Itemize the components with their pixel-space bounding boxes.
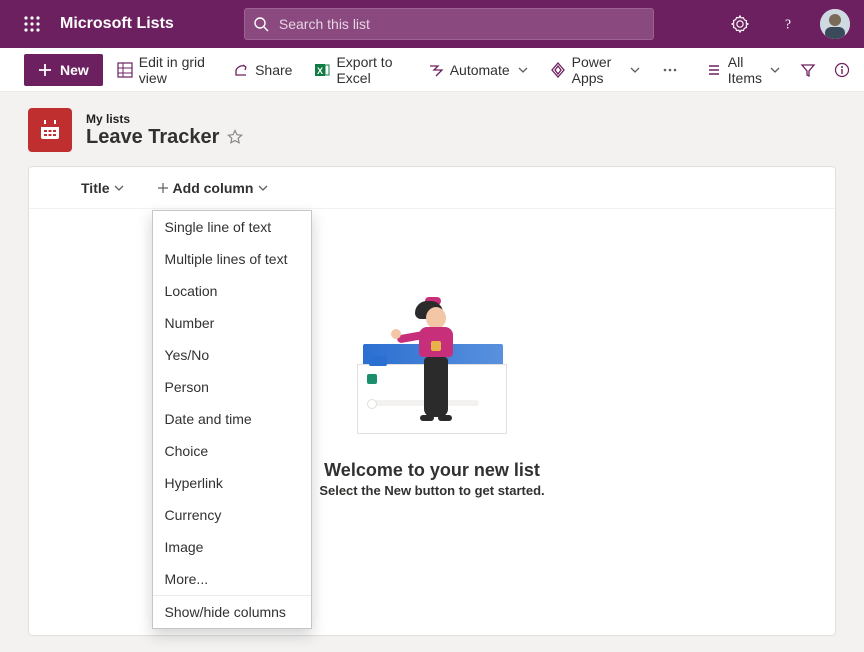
- column-title-label: Title: [81, 180, 110, 196]
- menu-item-hyperlink[interactable]: Hyperlink: [153, 467, 311, 499]
- app-launcher-icon[interactable]: [8, 0, 56, 48]
- search-input[interactable]: [277, 15, 645, 33]
- command-bar: New Edit in grid view Share X Export to …: [0, 48, 864, 92]
- suite-header: Microsoft Lists ?: [0, 0, 864, 48]
- user-avatar[interactable]: [820, 9, 850, 39]
- empty-state-subtitle: Select the New button to get started.: [302, 483, 562, 498]
- list-icon-badge: [28, 108, 72, 152]
- grid-icon: [117, 62, 133, 78]
- column-header-row: Title Add column Single line of text Mul…: [29, 167, 835, 209]
- share-icon: [233, 62, 249, 78]
- menu-item-date-time[interactable]: Date and time: [153, 403, 311, 435]
- chevron-down-icon: [630, 65, 640, 75]
- share-button[interactable]: Share: [225, 54, 300, 86]
- filter-button[interactable]: [794, 54, 822, 86]
- edit-grid-button[interactable]: Edit in grid view: [109, 54, 219, 86]
- chevron-down-icon: [258, 183, 268, 193]
- more-icon: [662, 62, 678, 78]
- menu-item-currency[interactable]: Currency: [153, 499, 311, 531]
- breadcrumb-my-lists[interactable]: My lists: [86, 112, 243, 126]
- list-header: My lists Leave Tracker: [28, 108, 836, 152]
- automate-icon: [428, 62, 444, 78]
- settings-icon[interactable]: [724, 8, 756, 40]
- automate-label: Automate: [450, 62, 510, 78]
- menu-item-number[interactable]: Number: [153, 307, 311, 339]
- empty-state-illustration: [357, 304, 507, 454]
- automate-button[interactable]: Automate: [420, 54, 536, 86]
- empty-state-title: Welcome to your new list: [302, 460, 562, 481]
- power-apps-label: Power Apps: [572, 54, 622, 86]
- plus-icon: [158, 183, 168, 193]
- menu-item-choice[interactable]: Choice: [153, 435, 311, 467]
- search-icon: [253, 16, 269, 32]
- list-icon: [706, 62, 722, 78]
- empty-state: Welcome to your new list Select the New …: [302, 304, 562, 498]
- menu-item-multiple-lines[interactable]: Multiple lines of text: [153, 243, 311, 275]
- menu-item-person[interactable]: Person: [153, 371, 311, 403]
- search-box[interactable]: [244, 8, 654, 40]
- list-canvas: Title Add column Single line of text Mul…: [28, 166, 836, 636]
- info-button[interactable]: [828, 54, 856, 86]
- chevron-down-icon: [114, 183, 124, 193]
- power-apps-icon: [550, 62, 566, 78]
- help-icon[interactable]: ?: [772, 8, 804, 40]
- edit-grid-label: Edit in grid view: [139, 54, 211, 86]
- list-name: Leave Tracker: [86, 126, 219, 149]
- column-title[interactable]: Title: [81, 180, 124, 196]
- overflow-button[interactable]: [654, 54, 686, 86]
- chevron-down-icon: [518, 65, 528, 75]
- favorite-star-icon[interactable]: [227, 129, 243, 145]
- share-label: Share: [255, 62, 292, 78]
- excel-icon: X: [314, 62, 330, 78]
- add-column-menu: Single line of text Multiple lines of te…: [152, 210, 312, 629]
- menu-item-location[interactable]: Location: [153, 275, 311, 307]
- menu-item-single-line[interactable]: Single line of text: [153, 211, 311, 243]
- export-excel-button[interactable]: X Export to Excel: [306, 54, 413, 86]
- view-selector[interactable]: All Items: [698, 54, 788, 86]
- chevron-down-icon: [770, 65, 780, 75]
- view-selector-label: All Items: [728, 54, 762, 86]
- svg-text:?: ?: [785, 17, 791, 32]
- power-apps-button[interactable]: Power Apps: [542, 54, 648, 86]
- menu-item-image[interactable]: Image: [153, 531, 311, 563]
- menu-item-yes-no[interactable]: Yes/No: [153, 339, 311, 371]
- app-name[interactable]: Microsoft Lists: [60, 15, 174, 33]
- export-excel-label: Export to Excel: [336, 54, 405, 86]
- plus-icon: [38, 63, 52, 77]
- svg-text:X: X: [317, 66, 323, 76]
- new-button[interactable]: New: [24, 54, 103, 86]
- info-icon: [834, 62, 850, 78]
- add-column-label: Add column: [173, 180, 254, 196]
- menu-item-more[interactable]: More...: [153, 563, 311, 595]
- add-column-button[interactable]: Add column Single line of text Multiple …: [158, 180, 269, 196]
- new-button-label: New: [60, 62, 89, 78]
- filter-icon: [800, 62, 816, 78]
